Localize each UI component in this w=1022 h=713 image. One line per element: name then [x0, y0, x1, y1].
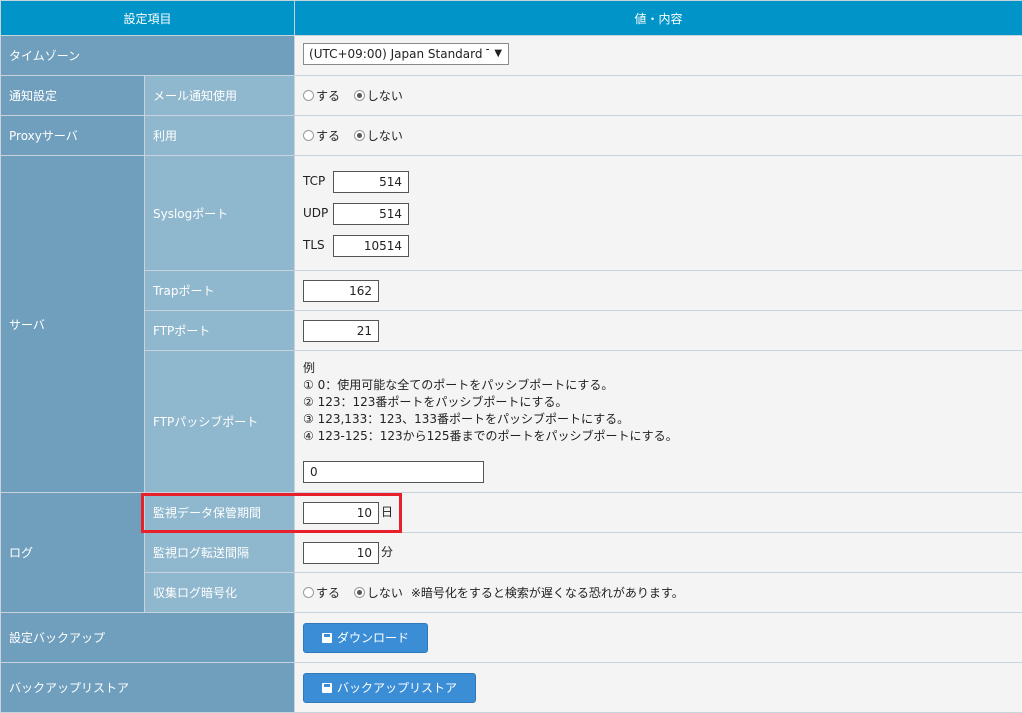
settings-table: 設定項目 値・内容 タイムゾーン (UTC+09:00) Japan Stand…: [0, 0, 1022, 713]
syslog-tls-label: TLS: [303, 238, 325, 252]
save-icon: [322, 682, 333, 693]
notification-option-off[interactable]: しない: [367, 89, 403, 103]
server-label: サーバ: [0, 155, 145, 493]
proxy-radio-on[interactable]: [303, 130, 315, 141]
retention-unit: 日: [381, 505, 394, 519]
syslog-tls-input[interactable]: 10514: [333, 234, 410, 257]
log-label: ログ: [0, 492, 145, 613]
transfer-input[interactable]: 10: [303, 541, 380, 564]
restore-button[interactable]: バックアップリストア: [303, 672, 477, 703]
download-button[interactable]: ダウンロード: [303, 622, 429, 653]
transfer-label: 監視ログ転送間隔: [143, 532, 296, 573]
ftp-label: FTPポート: [143, 310, 296, 351]
syslog-tcp-input[interactable]: 514: [333, 170, 410, 193]
timezone-selected: (UTC+09:00) Japan Standard Tin: [309, 47, 490, 61]
example-line: ② 123：123番ポートをパッシブポートにする。: [303, 395, 568, 409]
save-icon: [322, 632, 333, 643]
proxy-sub-label: 利用: [143, 115, 296, 156]
restore-label: バックアップリストア: [0, 662, 296, 713]
example-line: ④ 123-125：123から125番までのポートをパッシブポートにする。: [303, 429, 678, 443]
timezone-label: タイムゾーン: [0, 35, 296, 76]
retention-label: 監視データ保管期間: [143, 492, 296, 533]
transfer-unit: 分: [381, 545, 394, 559]
example-line: ③ 123,133：123、133番ポートをパッシブポートにする。: [303, 412, 630, 426]
proxy-label: Proxyサーバ: [0, 115, 145, 156]
header-value: 値・内容: [294, 0, 1022, 36]
notification-label: 通知設定: [0, 75, 145, 116]
ftp-port-input[interactable]: 21: [303, 319, 380, 342]
timezone-select[interactable]: (UTC+09:00) Japan Standard Tin ▼: [303, 43, 510, 65]
syslog-label: Syslogポート: [143, 155, 296, 271]
proxy-option-on[interactable]: する: [316, 129, 340, 143]
restore-button-label: バックアップリストア: [337, 680, 458, 695]
encrypt-note: ※暗号化をすると検索が遅くなる恐れがあります。: [410, 586, 684, 600]
example-line: ① 0：使用可能な全てのポートをパッシブポートにする。: [303, 378, 614, 392]
retention-input[interactable]: 10: [303, 501, 380, 524]
proxy-radio-off[interactable]: [353, 130, 365, 141]
header-item: 設定項目: [0, 0, 296, 36]
encrypt-radio-on[interactable]: [303, 587, 315, 598]
notification-option-on[interactable]: する: [316, 89, 340, 103]
trap-port-input[interactable]: 162: [303, 279, 380, 302]
notification-sub-label: メール通知使用: [143, 75, 296, 116]
proxy-option-off[interactable]: しない: [367, 129, 403, 143]
chevron-down-icon: ▼: [494, 48, 503, 59]
ftp-passive-label: FTPパッシブポート: [143, 350, 296, 493]
syslog-udp-label: UDP: [303, 206, 329, 220]
encrypt-option-on[interactable]: する: [316, 586, 340, 600]
encrypt-option-off[interactable]: しない: [367, 586, 403, 600]
syslog-tcp-label: TCP: [303, 174, 326, 188]
example-title: 例: [303, 361, 316, 375]
ftp-passive-examples: 例 ① 0：使用可能な全てのポートをパッシブポートにする。 ② 123：123番…: [303, 360, 1014, 445]
encrypt-radio-off[interactable]: [353, 587, 365, 598]
download-button-label: ダウンロード: [337, 630, 410, 645]
backup-label: 設定バックアップ: [0, 612, 296, 663]
ftp-passive-input[interactable]: 0: [303, 461, 485, 483]
trap-label: Trapポート: [143, 270, 296, 311]
notification-radio-off[interactable]: [353, 90, 365, 101]
notification-radio-on[interactable]: [303, 90, 315, 101]
encrypt-label: 収集ログ暗号化: [143, 572, 296, 613]
syslog-udp-input[interactable]: 514: [333, 202, 410, 225]
